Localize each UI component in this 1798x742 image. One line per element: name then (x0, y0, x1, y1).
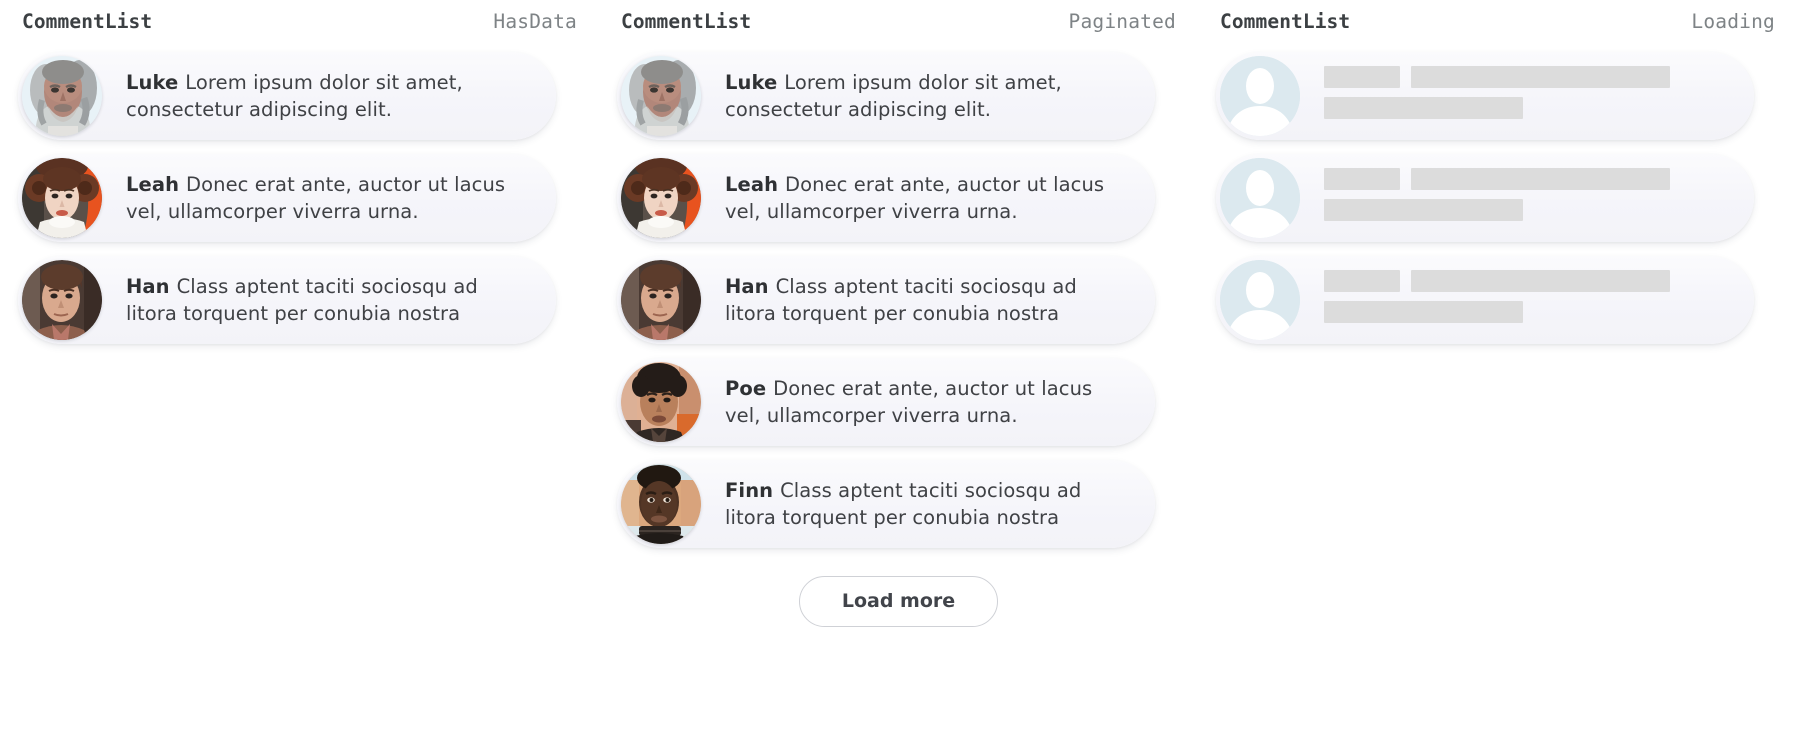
skeleton-bar-text (1411, 168, 1670, 190)
comment-author: Han (725, 275, 776, 298)
comment-author: Poe (725, 377, 774, 400)
column-header: CommentList HasData (0, 10, 599, 46)
leah-avatar (22, 158, 102, 238)
column-title: CommentList (621, 10, 752, 33)
luke-avatar (621, 56, 701, 136)
han-avatar (621, 260, 701, 340)
skeleton-bar-text (1411, 66, 1670, 88)
skeleton-row (1324, 97, 1728, 119)
list-item[interactable]: Leah Donec erat ante, auctor ut lacus ve… (0, 154, 599, 242)
list-item[interactable]: Luke Lorem ipsum dolor sit amet, consect… (0, 52, 599, 140)
comment-author: Luke (126, 71, 186, 94)
skeleton-bar-author (1324, 168, 1400, 190)
comment-text: Han Class aptent taciti sociosqu ad lito… (725, 273, 1129, 327)
column-title: CommentList (1220, 10, 1351, 33)
comment-text: Luke Lorem ipsum dolor sit amet, consect… (725, 69, 1129, 123)
skeleton-bar-author (1324, 270, 1400, 292)
comment-list: Luke Lorem ipsum dolor sit amet, consect… (599, 46, 1198, 548)
list-item[interactable]: Han Class aptent taciti sociosqu ad lito… (599, 256, 1198, 344)
column-state-label: Loading (1691, 10, 1775, 33)
comment-text: Poe Donec erat ante, auctor ut lacus vel… (725, 375, 1129, 429)
column-has-data: CommentList HasData Luke Lorem ipsum dol… (0, 0, 599, 358)
skeleton-row (1324, 168, 1728, 190)
column-header: CommentList Loading (1198, 10, 1797, 46)
column-state-label: Paginated (1068, 10, 1176, 33)
comment-author: Leah (126, 173, 186, 196)
comment-list-skeleton (1198, 46, 1797, 344)
load-more-container: Load more (599, 562, 1198, 627)
column-paginated: CommentList Paginated Luke Lorem ipsum d… (599, 0, 1198, 627)
skeleton-row (1324, 270, 1728, 292)
comment-text: Han Class aptent taciti sociosqu ad lito… (126, 273, 530, 327)
comment-text: Luke Lorem ipsum dolor sit amet, consect… (126, 69, 530, 123)
han-avatar (22, 260, 102, 340)
skeleton-list-item (1198, 52, 1797, 140)
comment-text: Finn Class aptent taciti sociosqu ad lit… (725, 477, 1129, 531)
list-item[interactable]: Finn Class aptent taciti sociosqu ad lit… (599, 460, 1198, 548)
poe-avatar (621, 362, 701, 442)
skeleton-row (1324, 199, 1728, 221)
skeleton-bar-text (1324, 301, 1523, 323)
list-item[interactable]: Han Class aptent taciti sociosqu ad lito… (0, 256, 599, 344)
comment-author: Han (126, 275, 177, 298)
comment-text: Leah Donec erat ante, auctor ut lacus ve… (126, 171, 530, 225)
skeleton-bar-text (1411, 270, 1670, 292)
comment-body: Class aptent taciti sociosqu ad litora t… (725, 275, 1077, 325)
list-item[interactable]: Luke Lorem ipsum dolor sit amet, consect… (599, 52, 1198, 140)
column-loading: CommentList Loading (1198, 0, 1797, 358)
comment-body: Class aptent taciti sociosqu ad litora t… (126, 275, 478, 325)
person-placeholder-icon (1220, 158, 1300, 238)
column-header: CommentList Paginated (599, 10, 1198, 46)
luke-avatar (22, 56, 102, 136)
comment-author: Leah (725, 173, 785, 196)
comment-list-board: CommentList HasData Luke Lorem ipsum dol… (0, 0, 1798, 742)
comment-body: Donec erat ante, auctor ut lacus vel, ul… (725, 377, 1093, 427)
skeleton-list-item (1198, 256, 1797, 344)
skeleton-list-item (1198, 154, 1797, 242)
person-placeholder-icon (1220, 56, 1300, 136)
comment-author: Luke (725, 71, 785, 94)
skeleton-lines (1324, 166, 1728, 230)
comment-text: Leah Donec erat ante, auctor ut lacus ve… (725, 171, 1129, 225)
skeleton-lines (1324, 268, 1728, 332)
skeleton-bar-text (1324, 97, 1523, 119)
comment-author: Finn (725, 479, 781, 502)
skeleton-bar-author (1324, 66, 1400, 88)
finn-avatar (621, 464, 701, 544)
skeleton-row (1324, 66, 1728, 88)
comment-list: Luke Lorem ipsum dolor sit amet, consect… (0, 46, 599, 344)
skeleton-bar-text (1324, 199, 1523, 221)
list-item[interactable]: Leah Donec erat ante, auctor ut lacus ve… (599, 154, 1198, 242)
column-title: CommentList (22, 10, 153, 33)
skeleton-row (1324, 301, 1728, 323)
list-item[interactable]: Poe Donec erat ante, auctor ut lacus vel… (599, 358, 1198, 446)
load-more-button[interactable]: Load more (798, 576, 999, 627)
leah-avatar (621, 158, 701, 238)
skeleton-lines (1324, 64, 1728, 128)
person-placeholder-icon (1220, 260, 1300, 340)
column-state-label: HasData (493, 10, 577, 33)
